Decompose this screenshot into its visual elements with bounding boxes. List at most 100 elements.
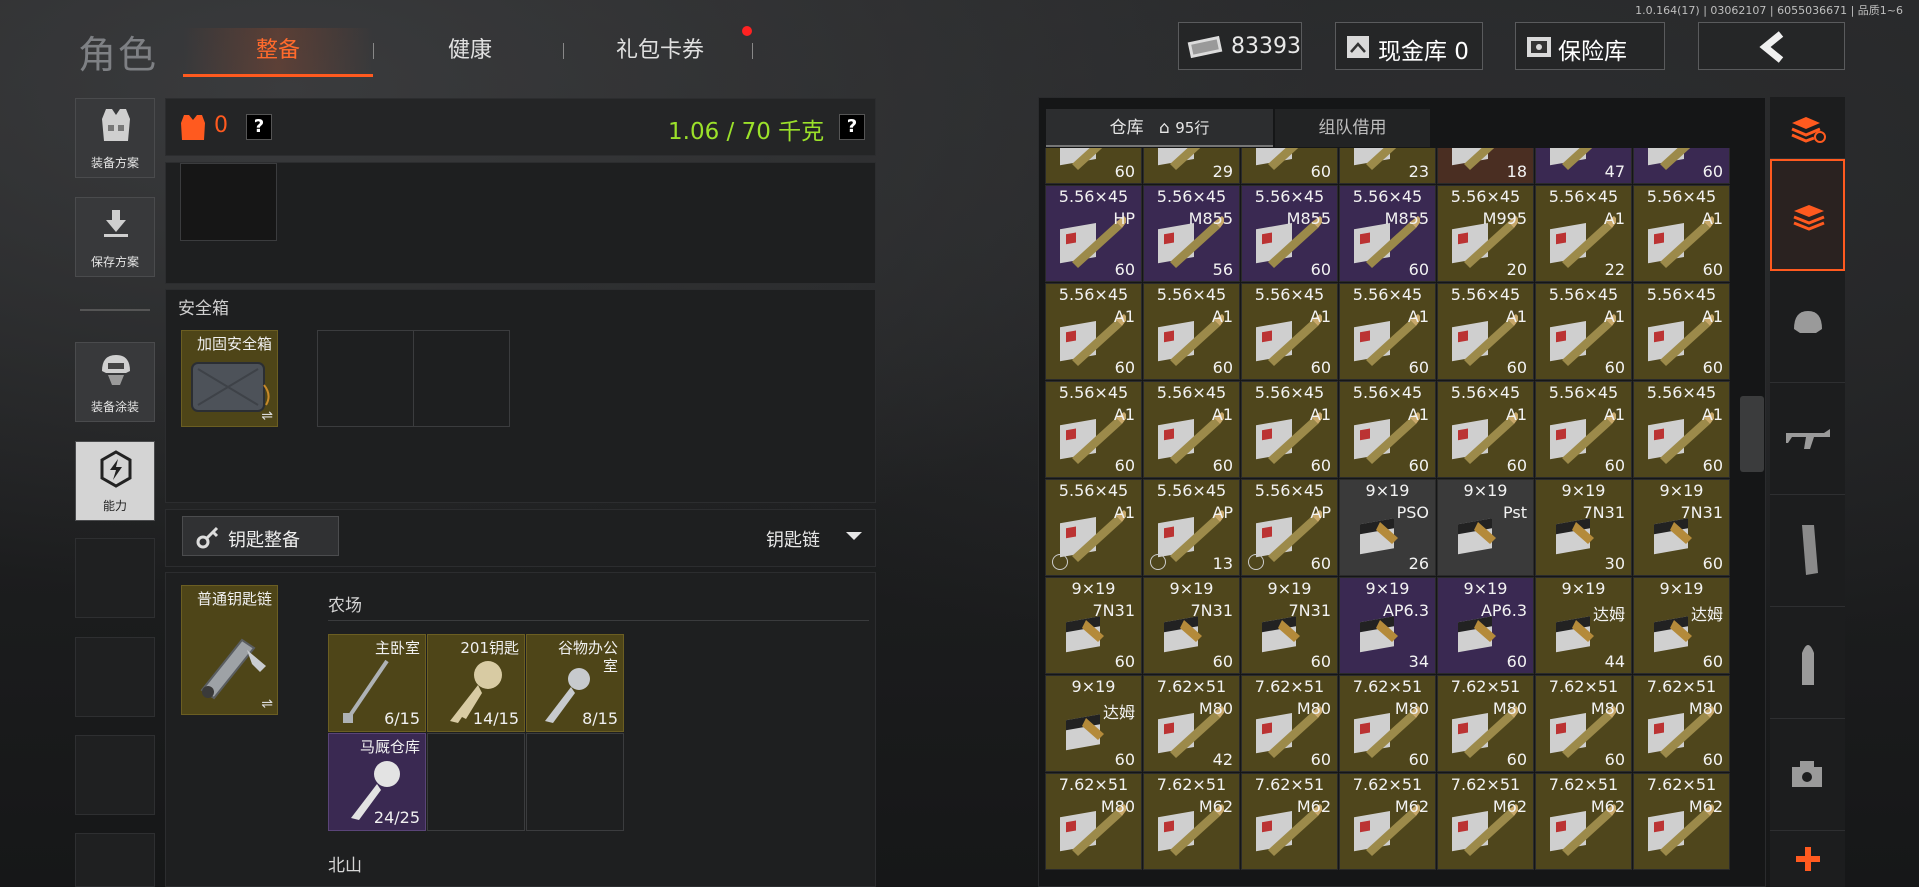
inventory-cell[interactable]: 7.62×51 M80 60	[1241, 675, 1338, 772]
inventory-cell[interactable]: 5.56×45 M855 56	[1143, 185, 1240, 282]
tab-team-borrow[interactable]: 组队借用	[1275, 109, 1430, 147]
inventory-cell[interactable]: 60	[1241, 148, 1338, 184]
inventory-cell[interactable]: 5.56×45 HP 60	[1045, 185, 1142, 282]
inventory-cell[interactable]: 7.62×51 M62	[1241, 773, 1338, 870]
inventory-cell[interactable]: 18	[1437, 148, 1534, 184]
inventory-cell[interactable]: 7.62×51 M80 60	[1535, 675, 1632, 772]
inventory-cell[interactable]: 5.56×45 A1 60	[1633, 185, 1730, 282]
inventory-cell[interactable]: 5.56×45 M995 20	[1437, 185, 1534, 282]
inventory-cell[interactable]: 23	[1339, 148, 1436, 184]
inventory-cell[interactable]: 9×19 AP6.3 60	[1437, 577, 1534, 674]
inventory-cell[interactable]: 7.62×51 M80 42	[1143, 675, 1240, 772]
inventory-cell[interactable]: 9×19 PSO 26	[1339, 479, 1436, 576]
back-button[interactable]	[1698, 22, 1845, 70]
stack-count: 60	[1702, 358, 1723, 377]
help-button[interactable]: ?	[246, 114, 272, 140]
inventory-cell[interactable]: 7.62×51 M62	[1437, 773, 1534, 870]
inventory-cell[interactable]: 5.56×45 A1 60	[1339, 283, 1436, 380]
filter-armor[interactable]	[1770, 271, 1845, 383]
key-empty-slot[interactable]	[427, 733, 525, 831]
safe-empty-slot[interactable]	[413, 330, 510, 427]
inventory-cell[interactable]: 5.56×45 A1 60	[1437, 381, 1534, 478]
inventory-cell[interactable]: 9×19 7N31 60	[1241, 577, 1338, 674]
filter-sort-button[interactable]	[1770, 97, 1845, 159]
sidebar-item-save-plan[interactable]: 保存方案	[75, 197, 155, 277]
filter-all[interactable]	[1770, 159, 1845, 271]
inventory-cell[interactable]: 7.62×51 M80 60	[1633, 675, 1730, 772]
inventory-cell[interactable]: 5.56×45 A1 60	[1241, 283, 1338, 380]
key-empty-slot[interactable]	[526, 733, 624, 831]
sidebar-item-skin[interactable]: 装备涂装	[75, 342, 155, 422]
equipment-slot[interactable]	[180, 163, 277, 241]
inventory-cell[interactable]: 5.56×45 A1 60	[1045, 381, 1142, 478]
tab-divider	[752, 43, 753, 59]
inventory-cell[interactable]: 5.56×45 A1 60	[1633, 283, 1730, 380]
inventory-scrollbar[interactable]	[1740, 396, 1764, 472]
inventory-cell[interactable]: 7.62×51 M62	[1633, 773, 1730, 870]
inventory-cell[interactable]: 5.56×45 A1 60	[1045, 283, 1142, 380]
keychain-slot[interactable]: 普通钥匙链 ⇌	[181, 585, 278, 715]
weight-help-button[interactable]: ?	[839, 114, 865, 140]
ammo-caliber: 7.62×51	[1156, 677, 1227, 696]
inventory-cell[interactable]: 9×19 达姆 60	[1633, 577, 1730, 674]
inventory-cell[interactable]: 9×19 7N31 30	[1535, 479, 1632, 576]
sidebar-item-loadout-plan[interactable]: 装备方案	[75, 98, 155, 178]
safe-box-slot[interactable]: 加固安全箱 ⇌	[181, 330, 278, 427]
inventory-cell[interactable]: 60	[1045, 148, 1142, 184]
inventory-cell[interactable]: 5.56×45 A1 60	[1535, 283, 1632, 380]
tab-health[interactable]: 健康	[400, 28, 540, 74]
safe-empty-slot[interactable]	[317, 330, 414, 427]
inventory-cell[interactable]: 9×19 达姆 60	[1045, 675, 1142, 772]
armor-count: 0	[214, 113, 228, 138]
inventory-cell[interactable]: 5.56×45 AP 13	[1143, 479, 1240, 576]
inventory-cell[interactable]: 60	[1633, 148, 1730, 184]
inventory-cell[interactable]: 7.62×51 M80	[1045, 773, 1142, 870]
inventory-cell[interactable]: 7.62×51 M62	[1339, 773, 1436, 870]
inventory-cell[interactable]: 9×19 AP6.3 34	[1339, 577, 1436, 674]
chevron-down-icon[interactable]	[844, 530, 864, 544]
tab-equip[interactable]: 整备	[183, 28, 373, 77]
ammo-type: M855	[1286, 209, 1331, 228]
inventory-cell[interactable]: 5.56×45 A1 22	[1535, 185, 1632, 282]
inventory-cell[interactable]: 5.56×45 A1 60	[1633, 381, 1730, 478]
filter-weapons[interactable]	[1770, 383, 1845, 495]
keychain-dropdown-label[interactable]: 钥匙链	[766, 526, 820, 552]
inventory-cell[interactable]: 5.56×45 A1 60	[1535, 381, 1632, 478]
inventory-cell[interactable]: 5.56×45 AP 60	[1241, 479, 1338, 576]
inventory-cell[interactable]: 7.62×51 M80 60	[1339, 675, 1436, 772]
filter-magazines[interactable]	[1770, 495, 1845, 607]
inventory-cell[interactable]: 9×19 Pst	[1437, 479, 1534, 576]
key-slot[interactable]: 201钥匙 14/15	[427, 634, 525, 732]
inventory-cell[interactable]: 5.56×45 M855 60	[1339, 185, 1436, 282]
key-slot[interactable]: 主卧室 6/15	[328, 634, 426, 732]
tab-gift[interactable]: 礼包卡券	[580, 28, 740, 74]
inventory-cell[interactable]: 7.62×51 M62	[1535, 773, 1632, 870]
inventory-cell[interactable]: 9×19 7N31 60	[1045, 577, 1142, 674]
inventory-cell[interactable]: 5.56×45 A1	[1045, 479, 1142, 576]
key-loadout-button[interactable]: 钥匙整备	[182, 516, 339, 556]
inventory-cell[interactable]: 5.56×45 A1 60	[1339, 381, 1436, 478]
stack-count: 60	[1702, 260, 1723, 279]
tab-warehouse[interactable]: 仓库 ⌂ 95行	[1046, 109, 1273, 147]
inventory-cell[interactable]: 7.62×51 M62	[1143, 773, 1240, 870]
inventory-cell[interactable]: 5.56×45 A1 60	[1143, 381, 1240, 478]
inventory-cell[interactable]: 5.56×45 A1 60	[1143, 283, 1240, 380]
sidebar-item-ability[interactable]: 能力	[75, 441, 155, 521]
inventory-cell[interactable]: 5.56×45 A1 60	[1437, 283, 1534, 380]
inventory-cell[interactable]: 47	[1535, 148, 1632, 184]
cash-box-button[interactable]: 现金库 0	[1335, 22, 1483, 70]
inventory-cell[interactable]: 9×19 达姆 44	[1535, 577, 1632, 674]
ammo-caliber: 5.56×45	[1156, 481, 1227, 500]
inventory-cell[interactable]: 5.56×45 A1 60	[1241, 381, 1338, 478]
inventory-cell[interactable]: 9×19 7N31 60	[1143, 577, 1240, 674]
safe-box-button[interactable]: 保险库	[1515, 22, 1665, 70]
inventory-cell[interactable]: 7.62×51 M80 60	[1437, 675, 1534, 772]
filter-add[interactable]	[1770, 831, 1845, 887]
inventory-cell[interactable]: 29	[1143, 148, 1240, 184]
filter-ammo[interactable]	[1770, 607, 1845, 719]
key-slot[interactable]: 谷物办公室 8/15	[526, 634, 624, 732]
filter-attachments[interactable]	[1770, 719, 1845, 831]
inventory-cell[interactable]: 5.56×45 M855 60	[1241, 185, 1338, 282]
key-slot[interactable]: 马厩仓库 24/25	[328, 733, 426, 831]
inventory-cell[interactable]: 9×19 7N31 60	[1633, 479, 1730, 576]
